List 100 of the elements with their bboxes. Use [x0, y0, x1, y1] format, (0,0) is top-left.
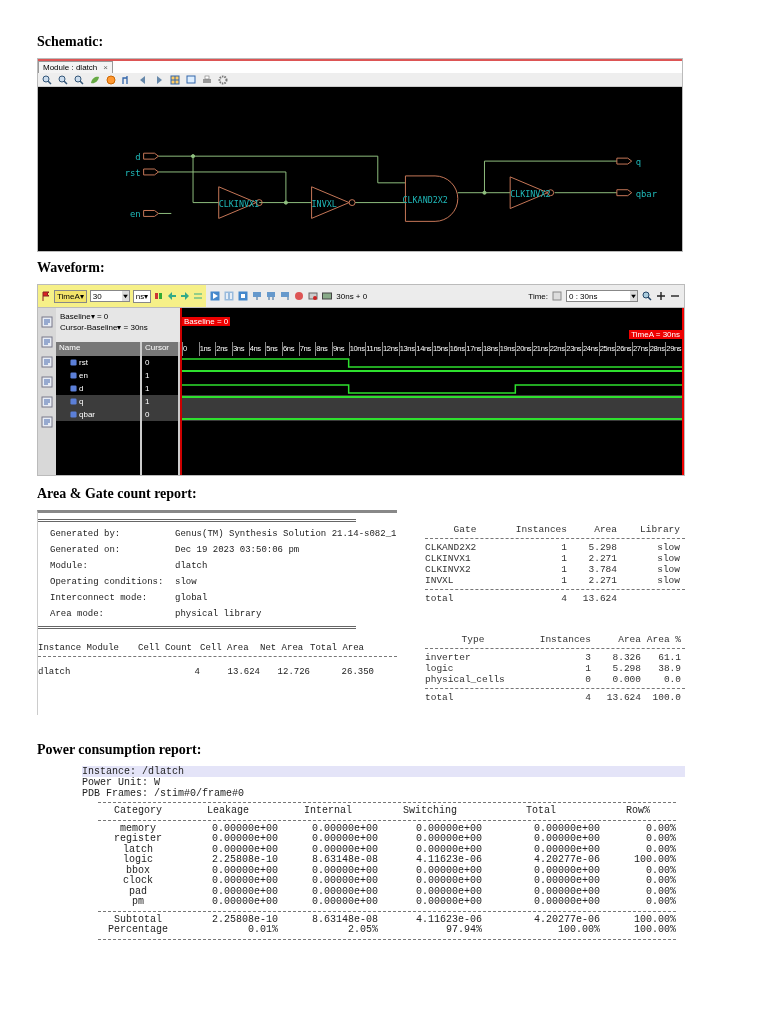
table-cell-text: 0.00%	[645, 865, 676, 876]
left-triangle-icon[interactable]	[138, 74, 148, 85]
edge-icon[interactable]	[252, 291, 263, 301]
circle-icon[interactable]	[106, 74, 116, 85]
column-header[interactable]: Name	[56, 342, 142, 356]
table-cell-text: 0.00000e+00	[211, 876, 278, 887]
table-cell-text: 0.0	[662, 674, 681, 685]
table-cell-text: 26.350	[340, 667, 374, 677]
table-cell-text: total	[425, 593, 455, 604]
magnifier-icon[interactable]	[58, 74, 68, 85]
table-cell-text: 0	[584, 674, 591, 685]
column-header[interactable]: Cursor	[142, 342, 180, 356]
table-cell-text: 0.00000e+00	[211, 834, 278, 845]
signal-name[interactable]: en	[56, 369, 142, 382]
table-cell-text: 0.00000e+00	[211, 886, 278, 897]
side-tool-icon[interactable]	[41, 416, 53, 428]
edge-icon[interactable]	[266, 291, 277, 301]
signal-name[interactable]: d	[56, 382, 142, 395]
printer-icon[interactable]	[202, 74, 212, 85]
cursor-value: 1	[142, 369, 180, 382]
cursor-info[interactable]: Cursor-Baseline▾ = 30ns	[60, 323, 180, 332]
table-cell-text: slow	[656, 542, 680, 553]
leaf-icon[interactable]	[90, 74, 100, 85]
table-cell-text: 0.00000e+00	[311, 876, 378, 887]
table-cell-text: 4	[584, 692, 591, 703]
cursor-value: 0	[142, 356, 180, 369]
port-label: q	[635, 157, 641, 168]
clock-icon[interactable]	[552, 291, 562, 301]
left-arrow-icon[interactable]	[167, 291, 178, 301]
time-input[interactable]: 30	[89, 290, 130, 302]
table-cell-text: 0.00000e+00	[311, 823, 378, 834]
table-cell-text: pad	[128, 886, 148, 897]
section-heading: Area & Gate count report:	[37, 486, 198, 503]
table-cell-text: 4	[193, 667, 200, 677]
column-header: Cell Count	[138, 643, 193, 653]
table-cell-text: clock	[122, 876, 154, 886]
table-cell-text: slow	[656, 564, 680, 575]
column-header: Gate	[452, 524, 478, 535]
port-label: d	[135, 152, 141, 163]
signal-name[interactable]: qbar	[56, 408, 142, 421]
right-arrow-icon[interactable]	[180, 291, 191, 301]
table-cell-text: 12.726	[276, 667, 310, 677]
column-header: Switching	[402, 806, 458, 817]
zoom-plus-icon[interactable]	[656, 291, 666, 301]
side-tool-icon[interactable]	[41, 316, 53, 328]
info-value: physical library	[175, 608, 262, 621]
column-header: Instances	[538, 634, 591, 645]
stop-icon[interactable]	[238, 291, 249, 301]
module-tab[interactable]: Module : dlatch ×	[38, 61, 113, 73]
table-cell-text: logic	[122, 855, 154, 866]
table-cell-text: 1	[560, 553, 568, 564]
table-cell-text: 13.624	[581, 593, 618, 604]
column-header: Row%	[625, 806, 651, 817]
table-cell-text: CLKINVX2	[425, 564, 472, 575]
baseline-info[interactable]: Baseline▾ = 0	[60, 312, 180, 321]
breakpoint-icon[interactable]	[294, 291, 305, 301]
play-icon[interactable]	[210, 291, 221, 301]
table-cell-text: 13.624	[605, 692, 641, 703]
marker-dropdown[interactable]: TimeA▾	[54, 289, 87, 303]
table-cell-text: 0.00%	[645, 876, 676, 887]
unit-dropdown[interactable]: ns▾	[132, 289, 152, 303]
side-tool-icon[interactable]	[41, 336, 53, 348]
search-icon[interactable]	[642, 291, 652, 301]
table-cell-text: 0.00000e+00	[415, 844, 482, 855]
gate-label: INVXL	[311, 198, 337, 209]
frames-line: PDB Frames: /stim#0/frame#0	[82, 788, 246, 799]
table-cell-text: 0.00000e+00	[311, 865, 378, 876]
table-cell-text: 8.63148e-08	[311, 914, 378, 925]
monitor-icon[interactable]	[308, 291, 319, 301]
grid-icon[interactable]	[170, 74, 180, 85]
table-cell-text: dlatch	[38, 667, 72, 677]
marker-icon[interactable]	[154, 291, 165, 301]
signal-name[interactable]: q	[56, 395, 142, 408]
gear-icon[interactable]	[218, 74, 228, 85]
magnifier-icon[interactable]	[74, 74, 84, 85]
magnifier-icon[interactable]	[42, 74, 52, 85]
table-cell-text: 97.94%	[445, 925, 482, 936]
table-cell-text: 1	[560, 542, 568, 553]
info-label: Generated by:	[50, 528, 122, 541]
flag-icon[interactable]	[41, 291, 51, 301]
side-tool-icon[interactable]	[41, 396, 53, 408]
window-icon[interactable]	[186, 74, 196, 85]
baseline-flag[interactable]: Baseline = 0	[182, 317, 231, 326]
table-cell-text: CLKINVX1	[425, 553, 472, 564]
time-marker-flag[interactable]: TimeA = 30ns	[629, 330, 682, 339]
side-tool-icon[interactable]	[41, 356, 53, 368]
table-cell-text: 0.00000e+00	[311, 897, 378, 908]
right-triangle-icon[interactable]	[154, 74, 164, 85]
table-cell-text: 1	[560, 575, 568, 586]
time-range-field[interactable]: 0 : 30ns	[566, 290, 638, 302]
table-cell-text: 3.784	[587, 564, 618, 575]
signal-name[interactable]: rst	[56, 356, 142, 369]
pause-icon[interactable]	[224, 291, 235, 301]
timer-icon[interactable]	[322, 291, 333, 301]
info-value: global	[175, 592, 208, 605]
table-cell-text: 100.00%	[557, 925, 600, 936]
side-tool-icon[interactable]	[41, 376, 53, 388]
table-cell-text: CLKAND2X2	[425, 542, 478, 553]
info-label: Generated on:	[50, 544, 122, 557]
edge-icon[interactable]	[280, 291, 291, 301]
